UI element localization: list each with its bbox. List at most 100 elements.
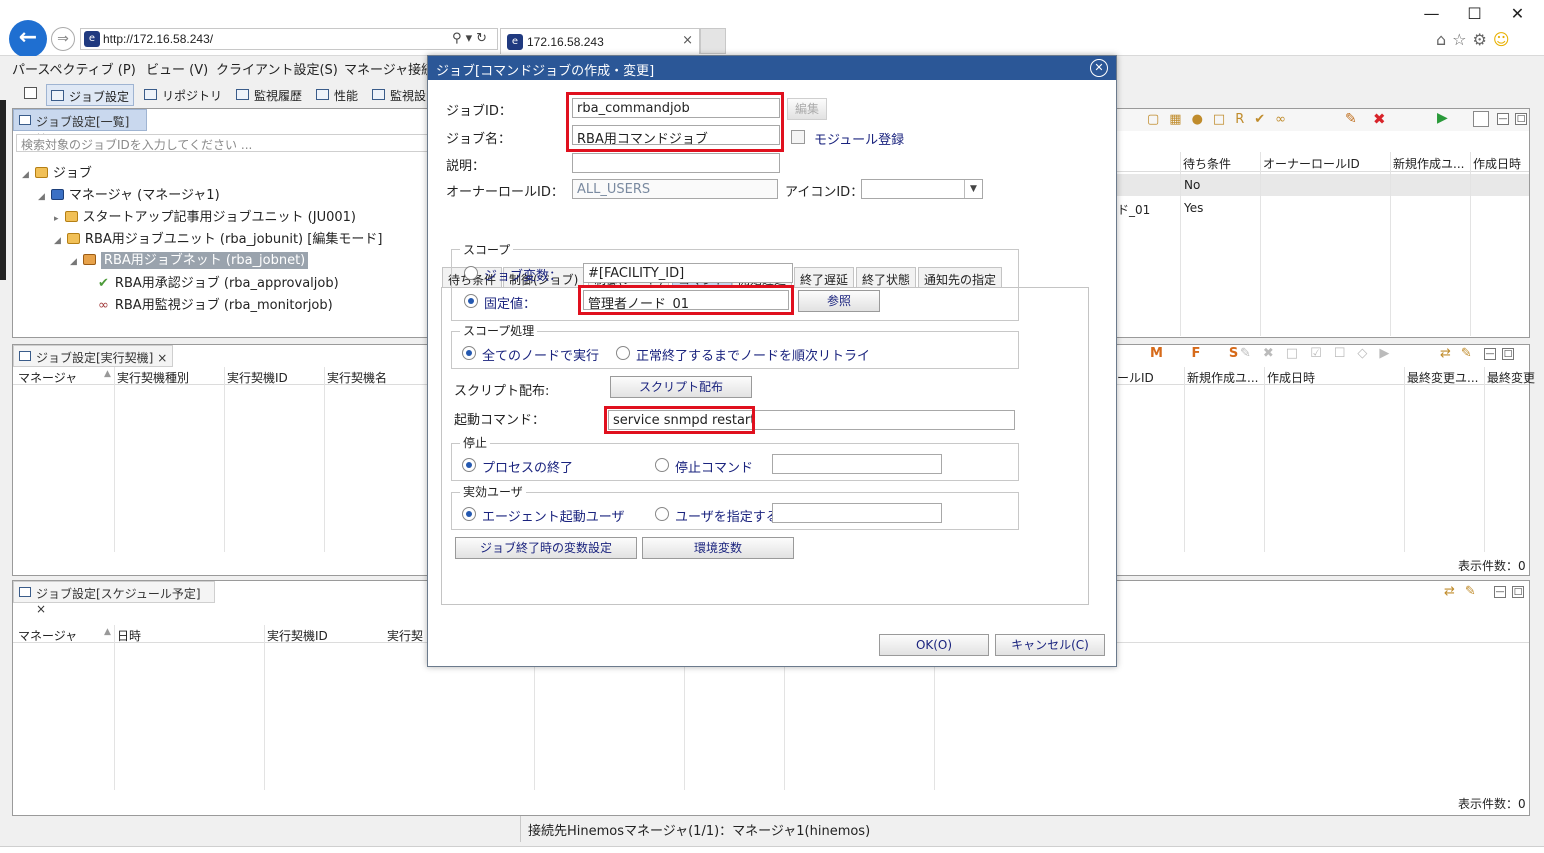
- col-wait-condition[interactable]: 待ち条件: [1183, 155, 1231, 172]
- col-created-at[interactable]: 作成日時: [1267, 369, 1315, 386]
- owner-role-input[interactable]: ALL_USERS: [572, 179, 778, 199]
- tree-item-monitor-job[interactable]: ∞ RBA用監視ジョブ (rba_monitorjob): [98, 294, 333, 313]
- smiley-icon[interactable]: ☺: [1493, 30, 1516, 49]
- fixed-value-radio[interactable]: [464, 294, 478, 308]
- tree-item-rba-unit[interactable]: ◢ RBA用ジョブユニット (rba_jobunit) [編集モード]: [54, 228, 382, 247]
- stop-command-input[interactable]: [772, 454, 942, 474]
- specify-user-input[interactable]: [772, 503, 942, 523]
- home-icon[interactable]: ⌂: [1436, 30, 1452, 49]
- refresh-filter-icons[interactable]: ⇄✎: [1444, 584, 1486, 599]
- trigger-add-icons[interactable]: M F S: [1150, 346, 1250, 361]
- agent-user-radio[interactable]: [462, 507, 476, 521]
- statusbar-divider: [520, 816, 521, 842]
- maximize-view-icon[interactable]: □: [1515, 113, 1527, 125]
- retry-nodes-radio[interactable]: [616, 346, 630, 360]
- all-nodes-radio[interactable]: [462, 346, 476, 360]
- perspective-performance[interactable]: 性能: [312, 84, 362, 106]
- col-modified-at[interactable]: 最終変更: [1487, 369, 1535, 386]
- star-icon[interactable]: ☆: [1452, 30, 1472, 49]
- job-search-input[interactable]: 検索対象のジョブIDを入力してください ...: [16, 134, 428, 152]
- edit-icon[interactable]: ✎: [1345, 111, 1357, 127]
- job-variable-input[interactable]: #[FACILITY_ID]: [583, 263, 793, 283]
- address-bar[interactable]: e http://172.16.58.243/ ⚲▾↻: [80, 28, 498, 50]
- col-owner-role[interactable]: ールID: [1117, 369, 1154, 386]
- gear-icon[interactable]: ⚙: [1473, 30, 1493, 49]
- minimize-view-icon[interactable]: —: [1484, 348, 1496, 360]
- perspective-repository[interactable]: リポジトリ: [140, 84, 226, 106]
- tree-label: スタートアップ記事用ジョブユニット (JU001): [82, 210, 356, 225]
- end-variable-button[interactable]: ジョブ終了時の変数設定: [455, 537, 637, 559]
- tree-toggle-icon[interactable]: [1473, 111, 1489, 127]
- browser-tab[interactable]: e 172.16.58.243 ×: [500, 28, 700, 54]
- maximize-view-icon[interactable]: □: [1512, 586, 1524, 598]
- close-icon[interactable]: ×: [157, 351, 167, 365]
- search-refresh-icon[interactable]: ⚲▾↻: [452, 31, 491, 46]
- ok-button[interactable]: OK(O): [879, 634, 989, 656]
- menu-view[interactable]: ビュー (V): [146, 59, 208, 78]
- col-divider: [1404, 367, 1405, 552]
- tab-schedule[interactable]: ジョブ設定[スケジュール予定] ×: [13, 581, 215, 616]
- run-icon[interactable]: ▶: [1437, 110, 1448, 126]
- col-manager[interactable]: マネージャ: [18, 369, 77, 386]
- minimize-view-icon[interactable]: —: [1494, 586, 1506, 598]
- col-trigger-type[interactable]: 実行契機種別: [117, 369, 189, 386]
- col-created-by[interactable]: 新規作成ユ...: [1393, 155, 1464, 172]
- tab-job-list[interactable]: ジョブ設定[一覧] ×: [13, 109, 147, 144]
- maximize-view-icon[interactable]: □: [1502, 348, 1514, 360]
- statusbar-connection: 接続先Hinemosマネージャ(1/1)：マネージャ1(hinemos): [528, 824, 871, 839]
- process-end-radio[interactable]: [462, 458, 476, 472]
- tree-item-manager[interactable]: ◢ マネージャ (マネージャ1): [38, 184, 220, 203]
- col-modified-by[interactable]: 最終変更ユ...: [1407, 369, 1478, 386]
- close-icon[interactable]: ✕: [1496, 4, 1539, 23]
- script-distribution-button[interactable]: スクリプト配布: [610, 376, 752, 398]
- env-variable-button[interactable]: 環境変数: [642, 537, 794, 559]
- stop-command-radio[interactable]: [655, 458, 669, 472]
- tree-item-startup-unit[interactable]: ▸ スタートアップ記事用ジョブユニット (JU001): [54, 206, 356, 225]
- forward-button[interactable]: ⇒: [51, 27, 75, 51]
- owner-role-label: オーナーロールID：: [446, 185, 564, 200]
- tab-title: 172.16.58.243: [527, 35, 604, 49]
- col-trigger-name[interactable]: 実行契: [387, 627, 423, 644]
- edit-button[interactable]: 編集: [787, 98, 827, 120]
- chevron-down-icon[interactable]: ▼: [964, 180, 982, 198]
- cancel-button[interactable]: キャンセル(C): [995, 634, 1105, 656]
- back-button[interactable]: ←: [9, 20, 47, 58]
- reference-button[interactable]: 参照: [798, 290, 880, 312]
- perspective-monitor-settings[interactable]: 監視設: [368, 84, 430, 106]
- perspective-monitor-history[interactable]: 監視履歴: [232, 84, 306, 106]
- tree-item-rba-jobnet[interactable]: ◢ RBA用ジョブネット (rba_jobnet): [70, 249, 309, 269]
- menu-perspective[interactable]: パースペクティブ (P): [12, 59, 136, 78]
- specify-user-radio[interactable]: [655, 507, 669, 521]
- job-action-icons[interactable]: ▢▦●□R✔∞: [1147, 112, 1296, 127]
- tree-item-approval-job[interactable]: ✔ RBA用承認ジョブ (rba_approvaljob): [98, 272, 339, 291]
- minimize-view-icon[interactable]: —: [1497, 113, 1509, 125]
- close-tab-icon[interactable]: ×: [682, 33, 693, 48]
- maximize-icon[interactable]: ☐: [1453, 4, 1496, 23]
- icon-id-select[interactable]: ▼: [861, 179, 983, 199]
- perspective-job-settings[interactable]: ジョブ設定: [46, 84, 135, 106]
- col-trigger-id[interactable]: 実行契機ID: [267, 627, 328, 644]
- description-input[interactable]: [572, 153, 780, 173]
- col-manager[interactable]: マネージャ: [18, 627, 77, 644]
- col-created-by[interactable]: 新規作成ユ...: [1187, 369, 1258, 386]
- table-row[interactable]: [1117, 174, 1529, 196]
- job-variable-radio[interactable]: [464, 266, 478, 280]
- col-created-at[interactable]: 作成日時: [1473, 155, 1521, 172]
- module-register-checkbox[interactable]: [791, 130, 805, 144]
- col-trigger-id[interactable]: 実行契機ID: [227, 369, 288, 386]
- menu-client-settings[interactable]: クライアント設定(S): [216, 59, 338, 78]
- col-trigger-name[interactable]: 実行契機名: [327, 369, 387, 386]
- dialog-close-button[interactable]: ✕: [1090, 59, 1108, 77]
- menu-manager-connect[interactable]: マネージャ接続: [344, 59, 434, 78]
- col-datetime[interactable]: 日時: [117, 627, 141, 644]
- tab-trigger[interactable]: ジョブ設定[実行契機] ×: [13, 345, 173, 367]
- tree-item-job-root[interactable]: ◢ ジョブ: [22, 162, 92, 181]
- new-tab-button[interactable]: [700, 28, 726, 54]
- col-owner-role[interactable]: オーナーロールID: [1263, 155, 1360, 172]
- refresh-filter-icons[interactable]: ⇄✎: [1440, 346, 1482, 361]
- minimize-icon[interactable]: —: [1410, 4, 1453, 23]
- close-icon[interactable]: ×: [36, 602, 46, 616]
- arrow-right-icon: ⇒: [57, 31, 69, 47]
- open-perspective-button[interactable]: [22, 84, 39, 106]
- delete-icon[interactable]: ✖: [1373, 110, 1386, 128]
